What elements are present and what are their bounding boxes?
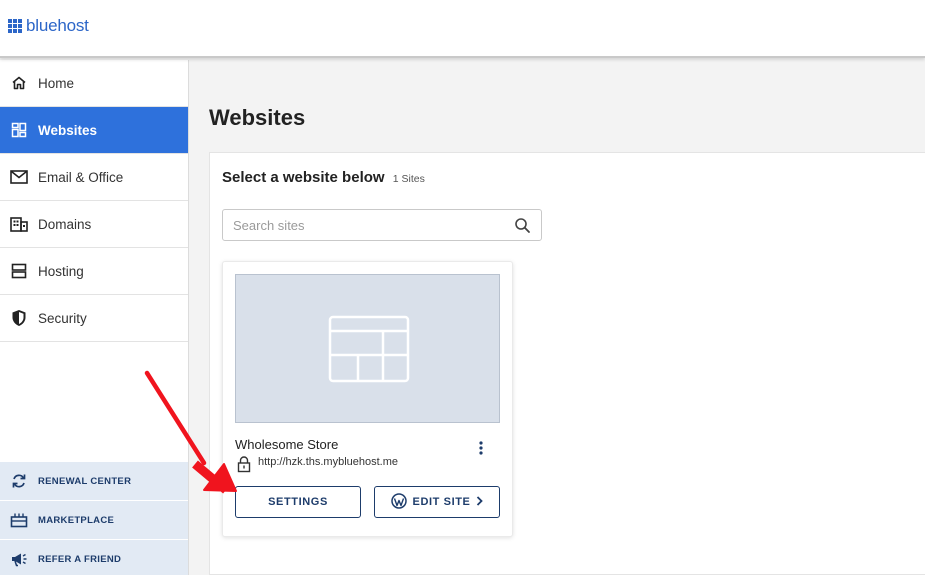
wordpress-icon bbox=[390, 492, 407, 512]
gift-box-icon bbox=[10, 511, 28, 529]
site-thumbnail[interactable] bbox=[235, 274, 500, 423]
site-card: Wholesome Store http://hzk.ths.mybluehos… bbox=[222, 261, 513, 537]
sidebar-item-label: Hosting bbox=[38, 263, 84, 279]
edit-site-button-label: EDIT SITE bbox=[412, 496, 471, 508]
settings-button[interactable]: SETTINGS bbox=[235, 486, 361, 518]
bluehost-logo[interactable]: bluehost bbox=[8, 16, 89, 36]
refer-a-friend-link[interactable]: REFER A FRIEND bbox=[0, 540, 188, 575]
logo-text: bluehost bbox=[26, 16, 89, 35]
sidebar-item-label: Websites bbox=[38, 122, 98, 138]
home-icon bbox=[10, 74, 28, 92]
site-options-menu[interactable] bbox=[469, 438, 493, 458]
websites-grid-icon bbox=[10, 121, 28, 139]
building-icon bbox=[10, 215, 28, 233]
top-header: bluehost bbox=[0, 0, 925, 58]
sidebar-item-label: Domains bbox=[38, 216, 92, 232]
websites-panel: Select a website below 1 Sites Wholesome… bbox=[209, 152, 925, 575]
page-title: Websites bbox=[209, 105, 306, 130]
sidebar-item-security[interactable]: Security bbox=[0, 295, 188, 342]
settings-button-label: SETTINGS bbox=[268, 496, 328, 508]
renew-icon bbox=[10, 472, 28, 490]
chevron-right-icon bbox=[476, 495, 484, 509]
search-input[interactable] bbox=[223, 210, 503, 240]
sidebar-item-hosting[interactable]: Hosting bbox=[0, 248, 188, 295]
panel-heading: Select a website below 1 Sites bbox=[222, 169, 425, 186]
site-name: Wholesome Store bbox=[235, 437, 339, 452]
envelope-icon bbox=[10, 168, 28, 186]
marketplace-link[interactable]: MARKETPLACE bbox=[0, 501, 188, 540]
panel-title: Select a website below bbox=[222, 169, 385, 186]
sidebar-item-label: Security bbox=[38, 310, 87, 326]
edit-site-button[interactable]: EDIT SITE bbox=[374, 486, 500, 518]
server-icon bbox=[10, 262, 28, 280]
red-annotation-arrow bbox=[144, 370, 237, 494]
site-count-badge: 1 Sites bbox=[392, 173, 425, 185]
sidebar-item-home[interactable]: Home bbox=[0, 60, 188, 107]
sidebar-item-email-office[interactable]: Email & Office bbox=[0, 154, 188, 201]
logo-grid-icon bbox=[8, 19, 22, 33]
refer-a-friend-label: REFER A FRIEND bbox=[38, 553, 122, 565]
renewal-center-label: RENEWAL CENTER bbox=[38, 475, 132, 487]
website-layout-icon bbox=[328, 315, 410, 383]
search-box bbox=[222, 209, 542, 241]
search-icon[interactable] bbox=[514, 217, 531, 234]
marketplace-label: MARKETPLACE bbox=[38, 514, 115, 526]
shield-icon bbox=[10, 309, 28, 327]
sidebar-item-websites[interactable]: Websites bbox=[0, 107, 188, 154]
site-url[interactable]: http://hzk.ths.mybluehost.me bbox=[258, 456, 398, 468]
sidebar-item-domains[interactable]: Domains bbox=[0, 201, 188, 248]
sidebar-item-label: Home bbox=[38, 75, 75, 91]
sidebar-item-label: Email & Office bbox=[38, 169, 124, 185]
megaphone-icon bbox=[10, 550, 28, 568]
kebab-menu-icon bbox=[479, 441, 483, 455]
